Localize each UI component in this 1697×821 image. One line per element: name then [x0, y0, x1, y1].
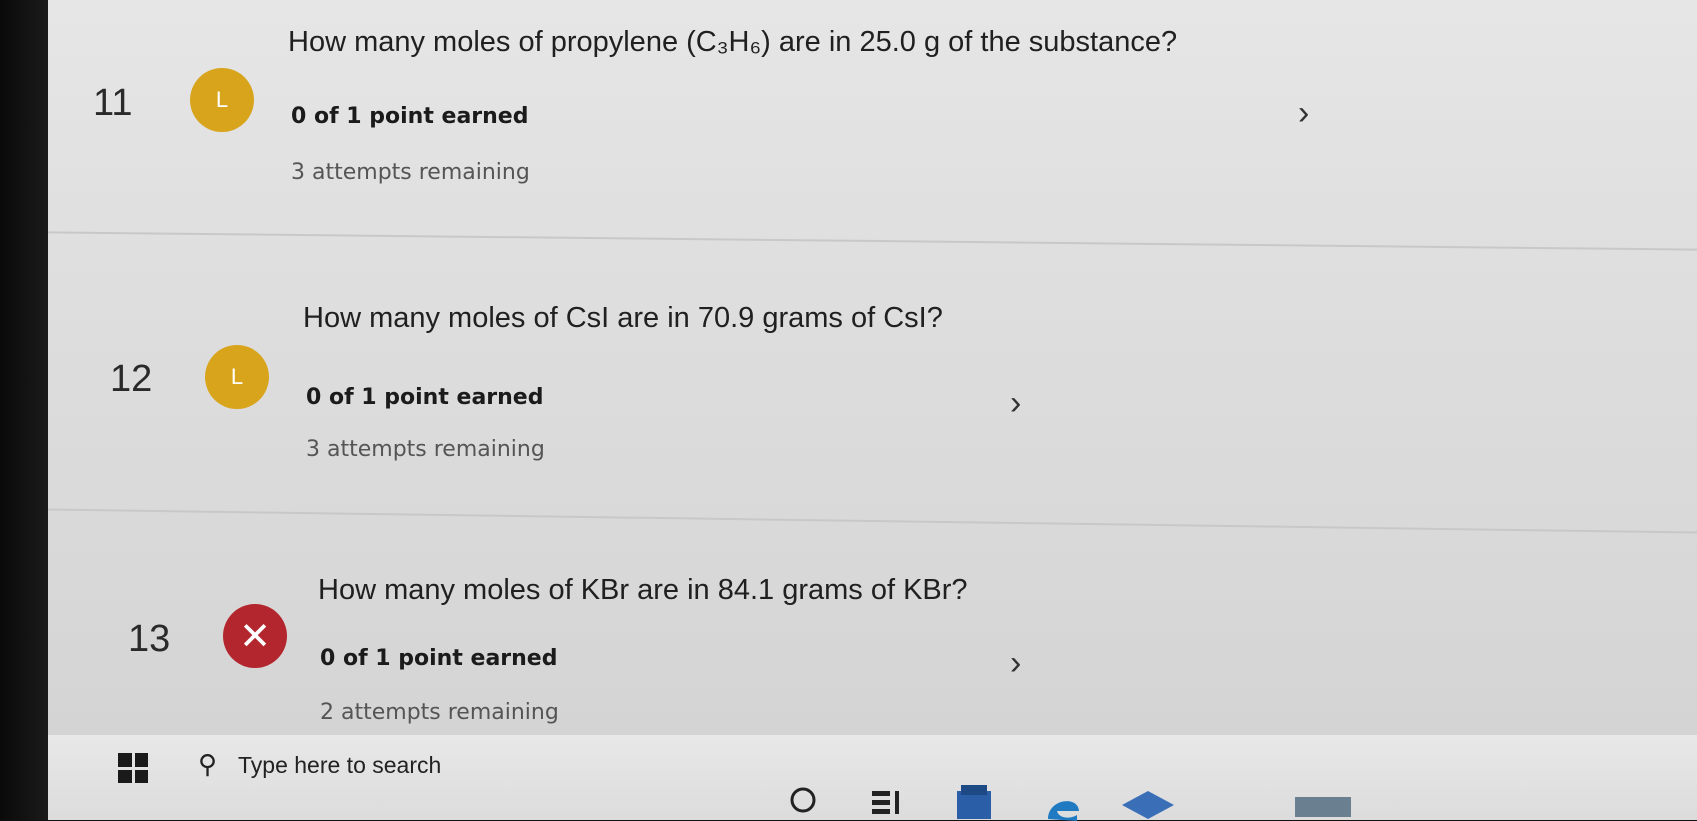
question-text: How many moles of propylene (C₃H₆) are i…: [288, 26, 1178, 58]
question-text: How many moles of KBr are in 84.1 grams …: [318, 574, 968, 606]
cortana-icon[interactable]: [788, 785, 818, 815]
taskbar-search-input[interactable]: Type here to search: [238, 752, 441, 779]
late-status-icon: L: [190, 68, 254, 132]
question-number: 12: [110, 358, 153, 400]
late-status-icon: L: [205, 345, 269, 409]
question-number: 13: [128, 618, 171, 660]
question-number: 11: [93, 82, 133, 124]
attempts-remaining: 3 attempts remaining: [291, 160, 530, 185]
search-icon[interactable]: ⚲: [198, 749, 217, 780]
divider: [48, 508, 1697, 534]
app-icon[interactable]: [1293, 787, 1353, 817]
taskbar: ⚲ Type here to search: [48, 735, 1697, 821]
task-view-icon[interactable]: [870, 787, 904, 817]
chevron-right-icon[interactable]: ›: [1298, 94, 1309, 133]
attempts-remaining: 2 attempts remaining: [320, 700, 559, 725]
x-icon: ✕: [223, 604, 287, 668]
assignment-page: How many moles of propylene (C₃H₆) are i…: [48, 0, 1697, 820]
windows-logo-icon[interactable]: [118, 753, 148, 783]
edge-icon[interactable]: [1043, 787, 1083, 821]
question-text: How many moles of CsI are in 70.9 grams …: [303, 302, 943, 334]
file-explorer-icon[interactable]: [1118, 785, 1178, 819]
points-earned: 0 of 1 point earned: [320, 646, 558, 671]
monitor-bezel: [0, 0, 52, 820]
points-earned: 0 of 1 point earned: [291, 104, 529, 129]
points-earned: 0 of 1 point earned: [306, 385, 544, 410]
chevron-right-icon[interactable]: ›: [1010, 384, 1021, 423]
attempts-remaining: 3 attempts remaining: [306, 437, 545, 462]
chevron-right-icon[interactable]: ›: [1010, 644, 1021, 683]
store-icon[interactable]: [953, 783, 995, 819]
divider: [48, 231, 1697, 251]
